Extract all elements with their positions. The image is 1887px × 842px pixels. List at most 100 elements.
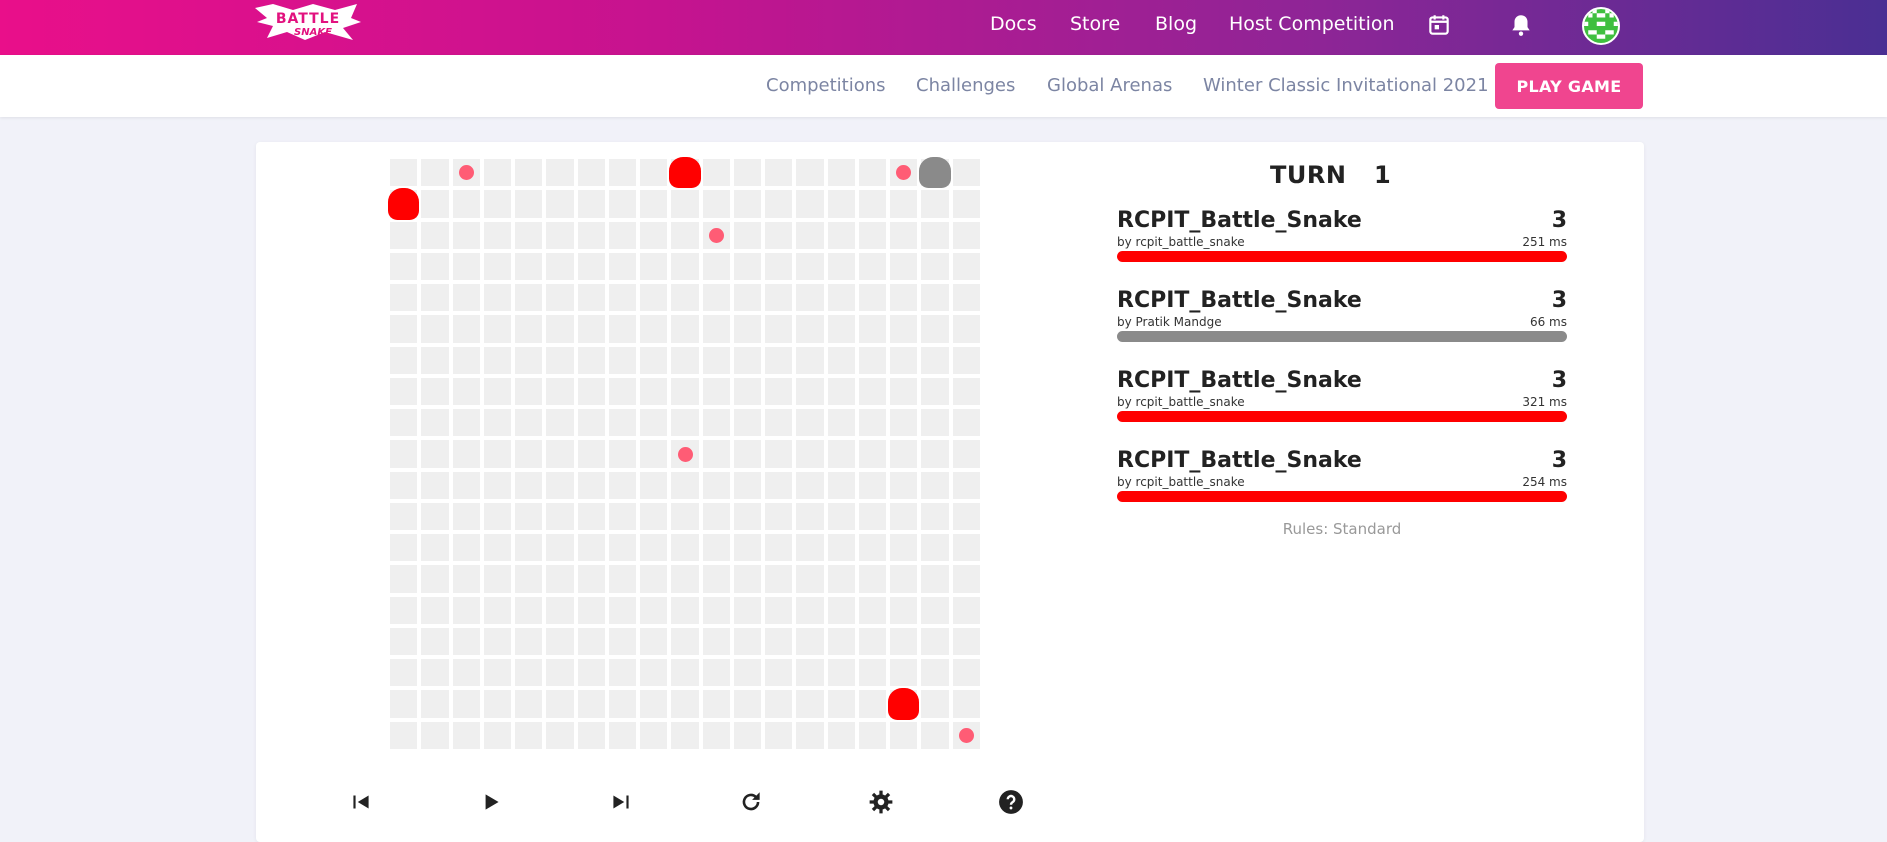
skip-back-icon[interactable] [346, 787, 376, 817]
board-cell [671, 409, 699, 437]
play-game-button[interactable]: PLAY GAME [1495, 63, 1643, 109]
scoreboard-row[interactable]: RCPIT_Battle_Snake 3 by rcpit_battle_sna… [1117, 368, 1567, 428]
board-cell [577, 284, 605, 312]
board-cell [421, 440, 449, 468]
board-cell [452, 190, 480, 218]
calendar-icon[interactable] [1426, 12, 1452, 38]
board-cell [733, 471, 762, 499]
board-cell [765, 315, 793, 343]
help-icon[interactable] [996, 787, 1026, 817]
subnav-competitions-link[interactable]: Competitions [766, 75, 886, 96]
subnav-winter-classic-link[interactable]: Winter Classic Invitational 2021 [1203, 75, 1489, 96]
board-cell [858, 377, 887, 406]
board-cell [608, 315, 637, 343]
board-cell [702, 502, 730, 531]
user-avatar[interactable] [1582, 7, 1620, 45]
board-cell [733, 534, 762, 562]
board-cell [577, 534, 605, 562]
scoreboard-row[interactable]: RCPIT_Battle_Snake 3 by rcpit_battle_sna… [1117, 208, 1567, 268]
board-cell [733, 252, 762, 281]
food-pellet [958, 727, 974, 743]
board-cell [390, 440, 418, 468]
play-icon[interactable] [476, 787, 506, 817]
board-cell [921, 690, 949, 718]
board-cell [421, 346, 449, 374]
scoreboard-row[interactable]: RCPIT_Battle_Snake 3 by Pratik Mandge 66… [1117, 288, 1567, 348]
board-cell [421, 377, 449, 406]
board-cell [390, 502, 418, 531]
board-cell [546, 565, 574, 593]
board-cell [765, 284, 793, 312]
board-cell [796, 377, 824, 406]
board-cell [952, 252, 980, 281]
board-cell [921, 534, 949, 562]
svg-text:BATTLE: BATTLE [276, 11, 340, 27]
board-cell [796, 721, 824, 749]
board-cell [577, 377, 605, 406]
board-cell [546, 159, 574, 187]
board-cell [640, 565, 668, 593]
board-cell [765, 659, 793, 687]
board-cell [702, 346, 730, 374]
board-cell [796, 159, 824, 187]
board-cell [421, 315, 449, 343]
board-cell [421, 190, 449, 218]
board-cell [765, 346, 793, 374]
board-cell [483, 596, 512, 624]
board-cell [733, 190, 762, 218]
board-cell [890, 721, 918, 749]
board-cell [765, 159, 793, 187]
board-cell [640, 221, 668, 249]
board-cell [640, 284, 668, 312]
board-cell [733, 627, 762, 656]
bell-icon[interactable] [1508, 12, 1534, 38]
food-pellet [458, 165, 474, 181]
board-cell [483, 315, 512, 343]
nav-blog-link[interactable]: Blog [1155, 13, 1197, 35]
board-cell [483, 502, 512, 531]
battlesnake-logo[interactable]: BATTLE SNAKE [253, 2, 363, 42]
skip-forward-icon[interactable] [606, 787, 636, 817]
board-cell [452, 315, 480, 343]
nav-docs-link[interactable]: Docs [990, 13, 1037, 35]
board-cell [952, 502, 980, 531]
svg-text:SNAKE: SNAKE [294, 27, 332, 38]
board-cell [921, 721, 949, 749]
board-cell [952, 409, 980, 437]
board-cell [890, 627, 918, 656]
board-cell [702, 409, 730, 437]
board-cell [671, 284, 699, 312]
board-cell [952, 596, 980, 624]
board-cell [671, 190, 699, 218]
subnav-challenges-link[interactable]: Challenges [916, 75, 1015, 96]
board-cell [483, 721, 512, 749]
board-cell [890, 221, 918, 249]
board-cell [921, 284, 949, 312]
board-cell [608, 565, 637, 593]
gear-icon[interactable] [866, 787, 896, 817]
snake-name: RCPIT_Battle_Snake [1117, 208, 1362, 233]
rules-label: Rules: Standard [1282, 520, 1402, 538]
board-cell [671, 659, 699, 687]
snake-author: by rcpit_battle_snake [1117, 235, 1245, 249]
secondary-navigation: Competitions Challenges Global Arenas Wi… [0, 55, 1887, 117]
snake-length: 3 [1551, 208, 1567, 233]
scoreboard-row[interactable]: RCPIT_Battle_Snake 3 by rcpit_battle_sna… [1117, 448, 1567, 508]
board-cell [515, 659, 543, 687]
board-cell [921, 471, 949, 499]
board-cell [858, 596, 887, 624]
board-cell [640, 659, 668, 687]
board-cell [421, 596, 449, 624]
subnav-global-arenas-link[interactable]: Global Arenas [1047, 75, 1172, 96]
board-cell [890, 409, 918, 437]
nav-store-link[interactable]: Store [1070, 13, 1120, 35]
top-navigation-bar: BATTLE SNAKE Docs Store Blog Host Compet… [0, 0, 1887, 55]
nav-host-competition-link[interactable]: Host Competition [1229, 13, 1395, 35]
board-cell [702, 627, 730, 656]
board-cell [390, 221, 418, 249]
health-bar [1117, 491, 1567, 502]
replay-icon[interactable] [736, 787, 766, 817]
board-cell [546, 252, 574, 281]
board-cell [546, 190, 574, 218]
board-cell [796, 409, 824, 437]
